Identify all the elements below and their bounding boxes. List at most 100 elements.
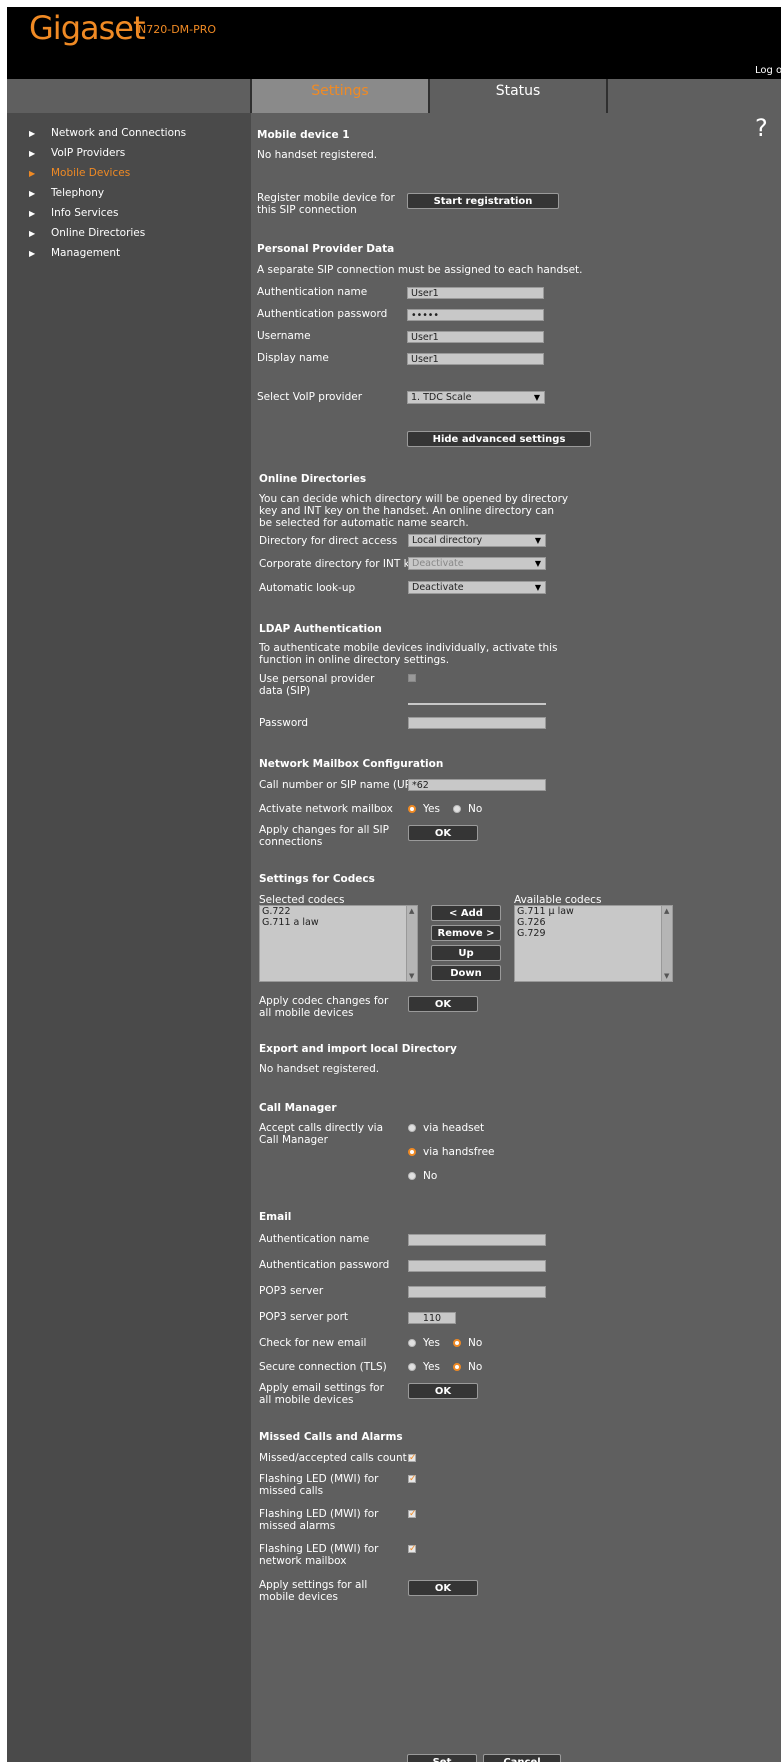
codec-item[interactable]: G.729	[515, 928, 672, 939]
codecs-ok-button[interactable]: OK	[408, 996, 478, 1012]
radio-label: No	[468, 1337, 483, 1349]
check-email-no-radio[interactable]	[453, 1339, 461, 1347]
field-label: Apply settings for all mobile devices	[259, 1579, 368, 1603]
sidebar-item-label: Network and Connections	[51, 127, 187, 139]
cancel-button[interactable]: Cancel	[483, 1754, 561, 1762]
email-auth-password-input[interactable]	[408, 1260, 546, 1272]
field-label: Flashing LED (MWI) for missed alarms	[259, 1508, 379, 1532]
sidebar-item-label: Info Services	[51, 207, 119, 219]
sidebar-item-network[interactable]: ▶ Network and Connections	[29, 127, 186, 139]
add-codec-button[interactable]: < Add	[431, 905, 501, 921]
check-email-yes-radio[interactable]	[408, 1339, 416, 1347]
tls-no-radio[interactable]	[453, 1363, 461, 1371]
direct-access-select[interactable]: Local directory ▼	[408, 534, 546, 547]
tab-status[interactable]: Status	[430, 79, 606, 113]
app-frame: Gigaset N720-DM-PRO Log out Settings Sta…	[7, 7, 781, 1762]
section-title: Mobile device 1	[257, 129, 350, 141]
mailbox-no-radio[interactable]	[453, 805, 461, 813]
triangle-right-icon: ▶	[29, 229, 36, 238]
automatic-lookup-select[interactable]: Deactivate ▼	[408, 581, 546, 594]
codec-item[interactable]: G.711 a law	[260, 917, 417, 928]
display-name-input[interactable]: User1	[407, 353, 544, 365]
mailbox-uri-input[interactable]: *62	[408, 779, 546, 791]
triangle-right-icon: ▶	[29, 209, 36, 218]
codec-item[interactable]: G.722	[260, 906, 417, 917]
triangle-right-icon: ▶	[29, 129, 36, 138]
auth-name-input[interactable]: User1	[407, 287, 544, 299]
sidebar-item-voip-providers[interactable]: ▶ VoIP Providers	[29, 147, 125, 159]
pop3-server-input[interactable]	[408, 1286, 546, 1298]
triangle-right-icon: ▶	[29, 149, 36, 158]
tls-yes-radio[interactable]	[408, 1363, 416, 1371]
scroll-up-icon[interactable]: ▲	[664, 907, 669, 915]
check-icon: ✓	[409, 1453, 417, 1463]
field-label: Flashing LED (MWI) for network mailbox	[259, 1543, 379, 1567]
codec-down-button[interactable]: Down	[431, 965, 501, 981]
help-icon[interactable]: ?	[755, 114, 768, 142]
username-input[interactable]: User1	[407, 331, 544, 343]
check-icon: ✓	[409, 1509, 417, 1519]
email-ok-button[interactable]: OK	[408, 1383, 478, 1399]
selected-codecs-list[interactable]: G.722 G.711 a law ▲ ▼	[259, 905, 418, 982]
section-title: Settings for Codecs	[259, 873, 375, 885]
section-title: Missed Calls and Alarms	[259, 1431, 403, 1443]
triangle-right-icon: ▶	[29, 169, 36, 178]
led-missed-calls-checkbox[interactable]: ✓	[408, 1474, 417, 1484]
scroll-down-icon[interactable]: ▼	[409, 972, 414, 980]
field-label: Authentication password	[257, 308, 388, 320]
triangle-down-icon: ▼	[534, 559, 541, 568]
codec-item[interactable]: G.726	[515, 917, 672, 928]
missed-count-checkbox[interactable]: ✓	[408, 1453, 417, 1463]
sidebar-item-online-directories[interactable]: ▶ Online Directories	[29, 227, 145, 239]
tab-settings[interactable]: Settings	[252, 79, 428, 113]
select-value: Local directory	[412, 535, 483, 546]
sidebar-item-mobile-devices[interactable]: ▶ Mobile Devices	[29, 167, 130, 179]
via-headset-radio[interactable]	[408, 1124, 416, 1132]
register-label: Register mobile device for this SIP conn…	[257, 192, 395, 216]
set-button[interactable]: Set	[407, 1754, 477, 1762]
select-value: 1. TDC Scale	[411, 392, 472, 403]
check-icon: ✓	[409, 1544, 417, 1554]
available-codecs-list[interactable]: G.711 μ law G.726 G.729 ▲ ▼	[514, 905, 673, 982]
voip-provider-select[interactable]: 1. TDC Scale ▼	[407, 391, 545, 404]
ldap-username-input[interactable]	[408, 703, 546, 705]
logout-link[interactable]: Log out	[755, 65, 781, 76]
callmanager-no-radio[interactable]	[408, 1172, 416, 1180]
sidebar-item-management[interactable]: ▶ Management	[29, 247, 120, 259]
personal-provider-checkbox[interactable]	[408, 674, 416, 682]
field-label: Apply changes for all SIP connections	[259, 824, 389, 848]
field-label: Activate network mailbox	[259, 803, 393, 815]
field-label: Apply codec changes for all mobile devic…	[259, 995, 389, 1019]
radio-label: No	[423, 1170, 438, 1182]
sidebar-item-info-services[interactable]: ▶ Info Services	[29, 207, 119, 219]
check-icon: ✓	[409, 1474, 417, 1484]
led-missed-alarms-checkbox[interactable]: ✓	[408, 1509, 417, 1519]
hide-advanced-settings-button[interactable]: Hide advanced settings	[407, 431, 591, 447]
sidebar-item-label: Mobile Devices	[51, 167, 131, 179]
scroll-down-icon[interactable]: ▼	[664, 972, 669, 980]
via-handsfree-radio[interactable]	[408, 1148, 416, 1156]
pop3-port-input[interactable]: 110	[408, 1312, 456, 1324]
ldap-password-input[interactable]	[408, 717, 546, 729]
codec-item[interactable]: G.711 μ law	[515, 906, 672, 917]
section-title: Export and import local Directory	[259, 1043, 457, 1055]
missed-ok-button[interactable]: OK	[408, 1580, 478, 1596]
sidebar-item-telephony[interactable]: ▶ Telephony	[29, 187, 104, 199]
mailbox-yes-radio[interactable]	[408, 805, 416, 813]
scrollbar[interactable]: ▲ ▼	[661, 906, 672, 981]
led-mailbox-checkbox[interactable]: ✓	[408, 1544, 417, 1554]
field-label: Call number or SIP name (URI)	[259, 779, 420, 791]
email-auth-name-input[interactable]	[408, 1234, 546, 1246]
mailbox-ok-button[interactable]: OK	[408, 825, 478, 841]
scrollbar[interactable]: ▲ ▼	[406, 906, 417, 981]
start-registration-button[interactable]: Start registration	[407, 193, 559, 209]
tab-divider	[606, 79, 608, 113]
triangle-down-icon: ▼	[534, 536, 541, 545]
radio-label: No	[468, 1361, 483, 1373]
field-label: Directory for direct access	[259, 535, 398, 547]
scroll-up-icon[interactable]: ▲	[409, 907, 414, 915]
corporate-directory-select[interactable]: Deactivate ▼	[408, 557, 546, 570]
auth-password-input[interactable]: •••••	[407, 309, 544, 321]
remove-codec-button[interactable]: Remove >	[431, 925, 501, 941]
codec-up-button[interactable]: Up	[431, 945, 501, 961]
